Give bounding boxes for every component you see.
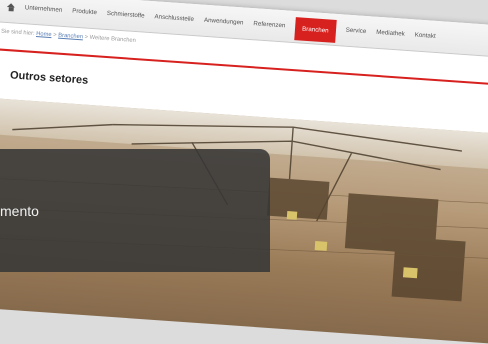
home-icon[interactable] bbox=[7, 2, 16, 11]
breadcrumb-separator: > bbox=[84, 34, 89, 41]
page-title: Outros setores bbox=[9, 69, 89, 87]
nav-item-branchen[interactable]: Branchen bbox=[294, 17, 337, 43]
nav-item-produkte[interactable]: Produkte bbox=[72, 8, 97, 17]
caption-overlay bbox=[0, 149, 270, 272]
breadcrumb-home-link[interactable]: Home bbox=[36, 31, 52, 38]
breadcrumb-prefix: Sie sind hier: bbox=[0, 28, 35, 37]
nav-item-schmierstoffe[interactable]: Schmierstoffe bbox=[107, 10, 145, 20]
caption-text: mento bbox=[0, 203, 39, 219]
breadcrumb-current: Weitere Branchen bbox=[89, 34, 137, 45]
nav-item-mediathek[interactable]: Mediathek bbox=[376, 29, 405, 38]
nav-item-referenzen[interactable]: Referenzen bbox=[253, 20, 285, 29]
breadcrumb-separator: > bbox=[53, 32, 57, 39]
nav-item-anschlussteile[interactable]: Anschlussteile bbox=[154, 13, 194, 23]
nav-item-unternehmen[interactable]: Unternehmen bbox=[25, 4, 63, 14]
top-navigation: Unternehmen Produkte Schmierstoffe Ansch… bbox=[0, 0, 488, 59]
nav-item-anwendungen[interactable]: Anwendungen bbox=[204, 17, 244, 27]
nav-item-service[interactable]: Service bbox=[345, 27, 366, 35]
breadcrumb-branchen-link[interactable]: Branchen bbox=[58, 33, 83, 41]
breadcrumb: Sie sind hier: Home > Branchen > Weitere… bbox=[1, 29, 136, 44]
nav-item-kontakt[interactable]: Kontakt bbox=[414, 31, 435, 39]
